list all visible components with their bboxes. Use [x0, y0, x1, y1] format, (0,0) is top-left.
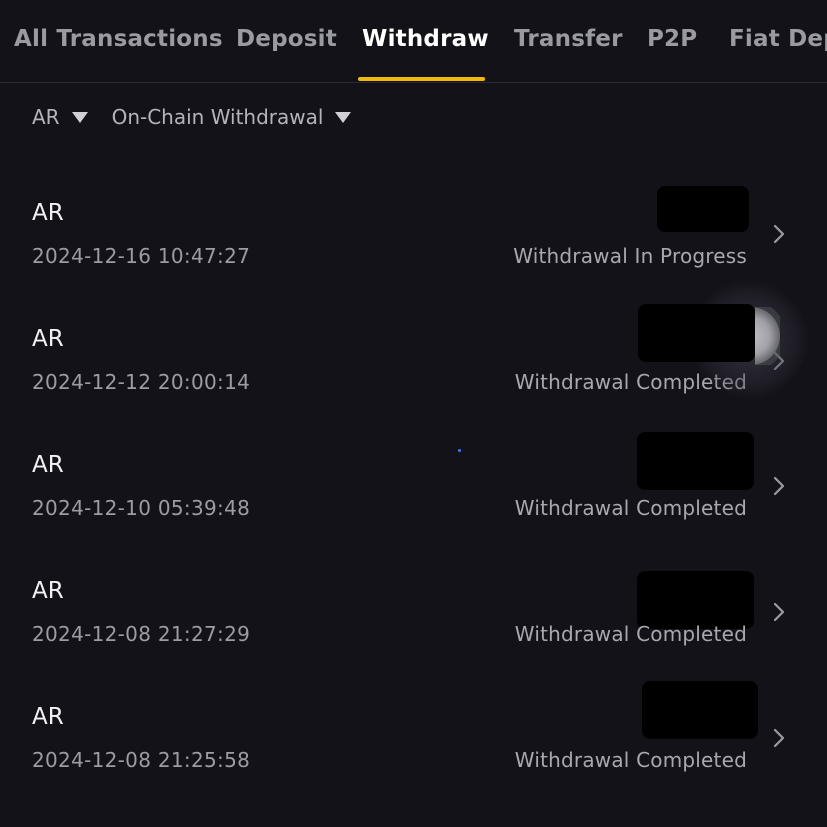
transaction-coin: AR	[32, 326, 64, 352]
chevron-right-icon	[773, 728, 785, 748]
tab-fiat-deposit[interactable]: Fiat Dep	[729, 26, 827, 82]
caret-down-icon	[335, 111, 352, 123]
tab-withdraw[interactable]: Withdraw	[362, 26, 489, 82]
transaction-coin: AR	[32, 578, 64, 604]
transaction-coin: AR	[32, 704, 64, 730]
cursor-dot	[458, 449, 461, 452]
tab-p2p[interactable]: P2P	[647, 26, 697, 82]
transaction-coin: AR	[32, 452, 64, 478]
redacted-amount	[642, 681, 758, 739]
transaction-time: 2024-12-10 05:39:48	[32, 496, 251, 520]
withdrawal-type-label: On-Chain Withdrawal	[111, 105, 324, 129]
filter-bar: AR On-Chain Withdrawal	[32, 104, 352, 130]
transaction-time: 2024-12-08 21:25:58	[32, 748, 251, 772]
tab-transfer[interactable]: Transfer	[514, 26, 623, 82]
transaction-time: 2024-12-16 10:47:27	[32, 244, 251, 268]
transaction-time: 2024-12-08 21:27:29	[32, 622, 251, 646]
withdrawal-type-dropdown[interactable]: On-Chain Withdrawal	[112, 105, 352, 129]
transaction-row[interactable]: AR 2024-12-10 05:39:48 Withdrawal Comple…	[0, 432, 827, 562]
redacted-amount	[637, 432, 754, 490]
transaction-row[interactable]: AR 2024-12-08 21:25:58 Withdrawal Comple…	[0, 681, 827, 814]
coin-filter-label: AR	[32, 105, 60, 129]
coin-filter-dropdown[interactable]: AR	[32, 105, 88, 129]
tab-all-transactions[interactable]: All Transactions	[14, 26, 223, 82]
transaction-status: Withdrawal Completed	[514, 622, 747, 646]
transaction-tabs: All Transactions Deposit Withdraw Transf…	[0, 0, 827, 83]
transaction-status: Withdrawal Completed	[514, 496, 747, 520]
active-tab-indicator	[358, 77, 485, 81]
transaction-row[interactable]: AR 2024-12-08 21:27:29 Withdrawal Comple…	[0, 571, 827, 688]
redacted-amount	[638, 304, 755, 362]
transaction-status: Withdrawal Completed	[514, 748, 747, 772]
tab-deposit[interactable]: Deposit	[236, 26, 337, 82]
chevron-right-icon	[773, 602, 785, 622]
transaction-coin: AR	[32, 200, 64, 226]
chevron-right-icon	[773, 476, 785, 496]
transaction-status: Withdrawal In Progress	[513, 244, 747, 268]
redacted-amount	[637, 571, 754, 629]
chevron-right-icon	[773, 224, 785, 244]
caret-down-icon	[71, 111, 88, 123]
transaction-time: 2024-12-12 20:00:14	[32, 370, 251, 394]
transaction-row[interactable]: AR 2024-12-16 10:47:27 Withdrawal In Pro…	[0, 186, 827, 310]
redacted-amount	[657, 186, 749, 232]
